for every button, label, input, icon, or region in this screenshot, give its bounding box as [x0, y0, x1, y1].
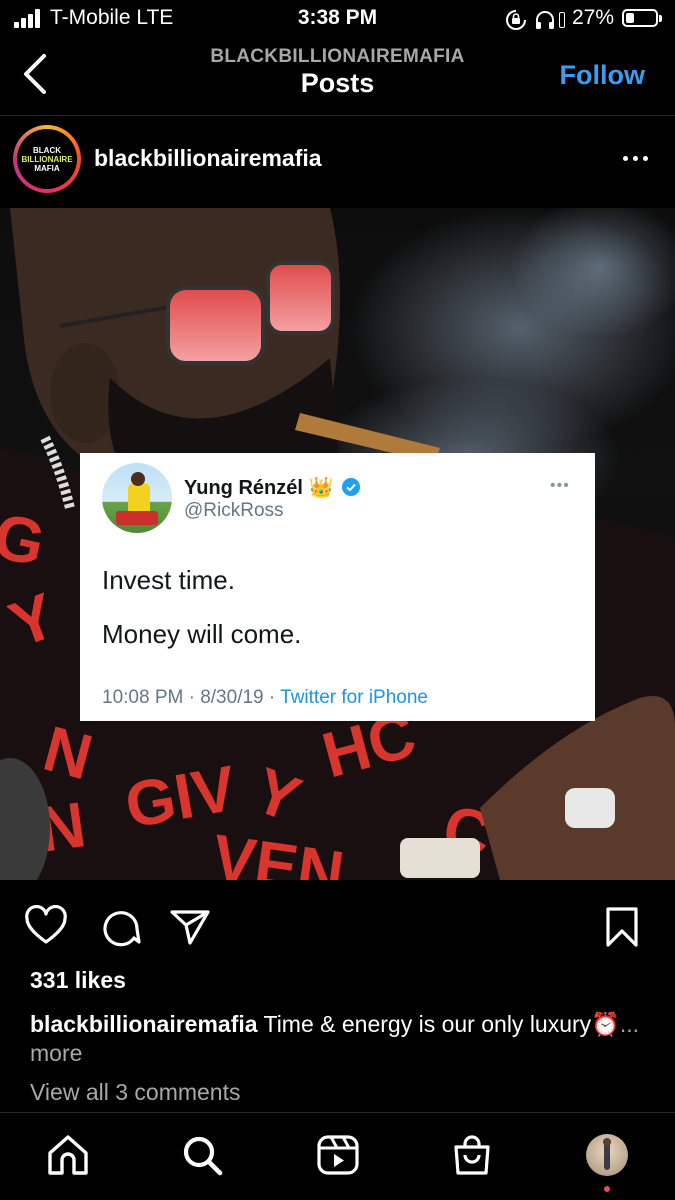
reels-icon[interactable]: [316, 1133, 360, 1177]
avatar-logo-text: BILLIONAIRE: [21, 154, 73, 164]
tweet-text-line: Money will come.: [102, 619, 302, 649]
avatar-logo-text: BLACK: [33, 145, 61, 155]
like-heart-icon[interactable]: [24, 905, 68, 949]
shop-icon[interactable]: [450, 1133, 494, 1177]
status-bar: T-Mobile LTE 3:38 PM 27%: [0, 0, 675, 38]
tweet-display-name: Yung Rénzél 👑: [184, 475, 360, 500]
post-username[interactable]: blackbillionairemafia: [94, 145, 322, 172]
tweet-source: Twitter for iPhone: [280, 687, 428, 708]
profile-avatar-illustration: [603, 1138, 611, 1170]
tweet-display-name-text: Yung Rénzél 👑: [184, 477, 334, 499]
tweet-avatar-illustration: [116, 472, 158, 525]
more-options-icon[interactable]: [620, 140, 652, 176]
headphone-battery-icon: [558, 10, 566, 30]
caption-username[interactable]: blackbillionairemafia: [30, 1011, 258, 1037]
orientation-lock-icon: [506, 10, 526, 30]
tweet-avatar: [102, 463, 172, 533]
comment-bubble-icon[interactable]: [98, 905, 142, 949]
battery-icon: [622, 9, 662, 27]
home-icon[interactable]: [46, 1133, 90, 1177]
follow-button[interactable]: Follow: [560, 60, 645, 91]
tweet-text-line: Invest time.: [102, 565, 235, 595]
likes-count[interactable]: 331 likes: [30, 967, 126, 994]
tab-bar-divider: [0, 1112, 675, 1113]
caption-text: Time & energy is our only luxury⏰: [257, 1011, 620, 1037]
save-bookmark-icon[interactable]: [600, 905, 644, 949]
tweet-more-icon: •••: [550, 477, 570, 494]
view-comments-link[interactable]: View all 3 comments: [30, 1079, 241, 1106]
profile-avatar[interactable]: [586, 1134, 628, 1176]
battery-level: [626, 13, 634, 23]
tweet-meta: 10:08 PM · 8/30/19 · Twitter for iPhone: [102, 687, 428, 709]
battery-percent: 27%: [572, 6, 615, 29]
verified-badge-icon: [341, 478, 360, 496]
tweet-handle: @RickRoss: [184, 500, 284, 521]
header-divider: [0, 115, 675, 116]
notification-dot: [604, 1186, 610, 1192]
post-author-avatar[interactable]: BLACK BILLIONAIRE MAFIA: [13, 125, 81, 193]
avatar-logo-text: MAFIA: [34, 163, 60, 173]
post-caption: blackbillionairemafia Time & energy is o…: [30, 1010, 650, 1068]
tweet-timestamp: 10:08 PM · 8/30/19 ·: [102, 687, 281, 708]
avatar-logo: BLACK BILLIONAIRE MAFIA: [17, 129, 77, 189]
share-paper-plane-icon[interactable]: [168, 905, 212, 949]
headphones-icon: [536, 11, 554, 29]
search-icon[interactable]: [180, 1133, 224, 1177]
tweet-card: Yung Rénzél 👑 @RickRoss ••• Invest time.…: [80, 453, 595, 721]
